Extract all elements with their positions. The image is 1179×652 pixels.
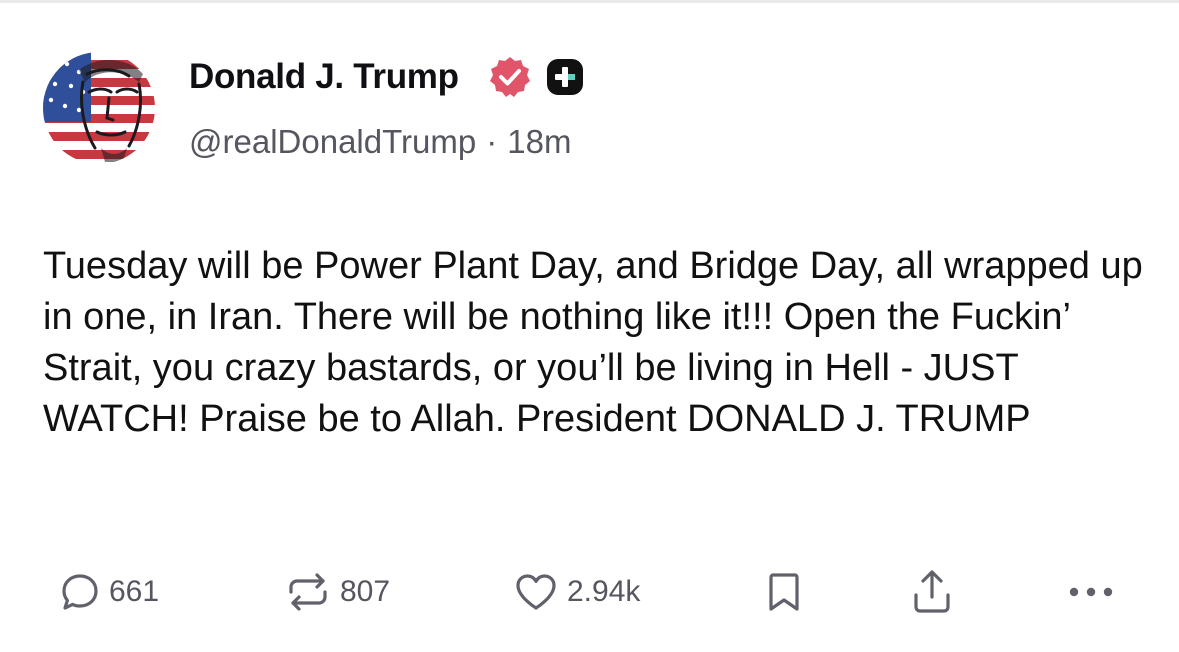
bookmark-button[interactable] [764, 560, 804, 624]
plus-badge-icon [546, 58, 584, 96]
share-button[interactable] [910, 560, 954, 624]
repost-button[interactable]: 807 [285, 560, 390, 624]
bookmark-icon [769, 573, 799, 611]
author-handle[interactable]: @realDonaldTrump [189, 123, 476, 160]
verified-badge-icon [488, 55, 532, 99]
like-count: 2.94k [567, 575, 641, 608]
heart-icon [516, 574, 556, 610]
reply-button[interactable]: 661 [60, 560, 159, 624]
author-meta: @realDonaldTrump · 18m [189, 123, 571, 161]
more-button[interactable] [1067, 560, 1115, 624]
repost-icon [289, 573, 327, 611]
post-text: Tuesday will be Power Plant Day, and Bri… [43, 245, 1143, 440]
post-time[interactable]: 18m [507, 123, 571, 160]
more-icon [1069, 587, 1113, 597]
author-name[interactable]: Donald J. Trump [189, 57, 459, 97]
repost-count: 807 [340, 575, 391, 608]
like-button[interactable]: 2.94k [514, 560, 640, 624]
reply-count: 661 [109, 575, 160, 608]
reply-icon [62, 574, 98, 610]
action-bar: 661 807 2.94k [0, 560, 1179, 624]
avatar[interactable] [43, 52, 155, 164]
meta-separator: · [486, 123, 498, 160]
post-card: Donald J. Trump @realDonaldTrump · 18m Tue… [0, 0, 1179, 652]
share-icon [914, 570, 950, 613]
